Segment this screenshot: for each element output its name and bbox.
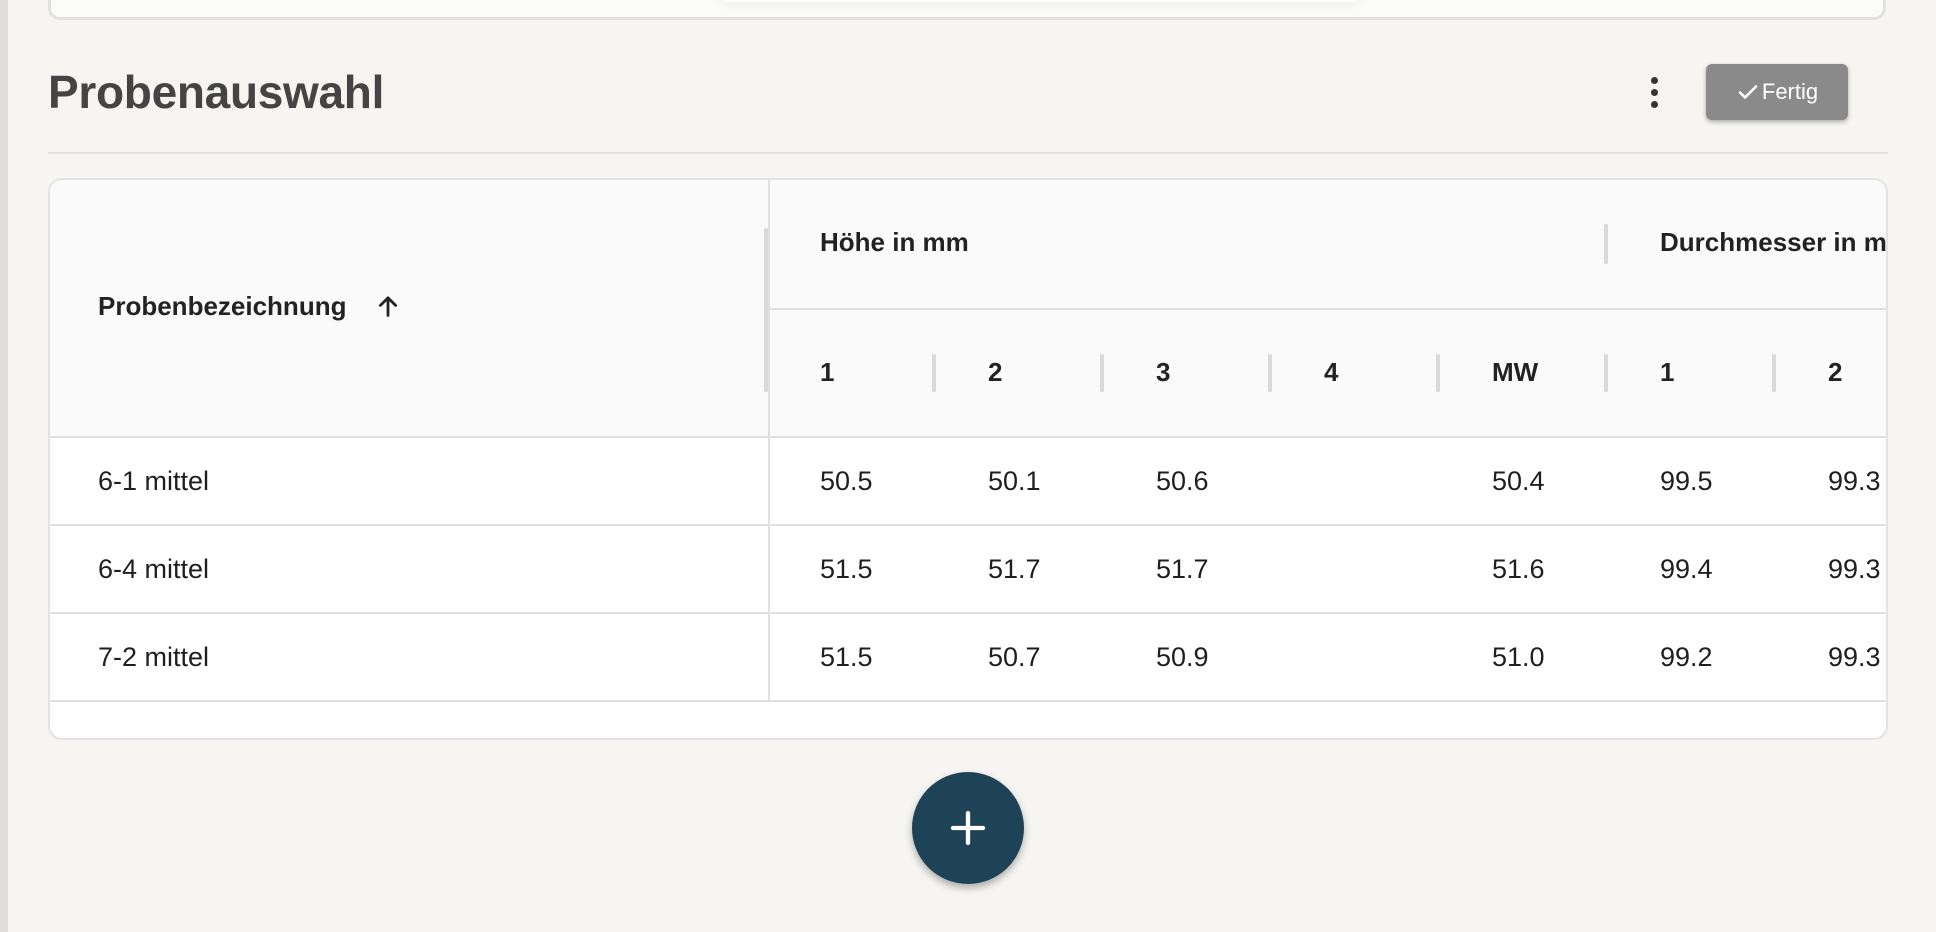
cell-sample-name: 6-1 mittel bbox=[98, 466, 210, 496]
more-vert-icon bbox=[1650, 76, 1658, 108]
table-cell: 99.3 bbox=[1828, 554, 1881, 584]
table-cell: 50.1 bbox=[988, 466, 1041, 496]
column-resize-handle[interactable] bbox=[1604, 224, 1608, 264]
table-row[interactable]: 7-2 mittel 51.5 50.7 50.9 51.0 99.2 99.3 bbox=[50, 614, 1886, 702]
cell-sample-name: 7-2 mittel bbox=[98, 642, 210, 672]
samples-table: Probenbezeichnung Höhe in mm Durchmesser… bbox=[48, 178, 1888, 740]
table-cell: 99.5 bbox=[1660, 466, 1713, 496]
table-cell: 50.4 bbox=[1492, 466, 1545, 496]
header-sample-name[interactable]: Probenbezeichnung bbox=[98, 290, 346, 322]
page-title: Probenauswahl bbox=[48, 66, 385, 118]
table-cell: 50.5 bbox=[820, 466, 873, 496]
subheader-diameter-1[interactable]: 1 bbox=[1660, 356, 1674, 388]
table-cell: 50.6 bbox=[1156, 466, 1209, 496]
table-cell: 51.5 bbox=[820, 642, 873, 672]
subheader-height-2[interactable]: 2 bbox=[988, 356, 1002, 388]
subheader-height-4[interactable]: 4 bbox=[1324, 356, 1338, 388]
plus-icon bbox=[950, 810, 986, 846]
column-resize-handle[interactable] bbox=[932, 354, 936, 392]
previous-card-footer bbox=[720, 0, 1360, 2]
header-group-divider bbox=[770, 308, 1886, 310]
subheader-height-mean[interactable]: MW bbox=[1492, 356, 1538, 388]
table-cell: 99.4 bbox=[1660, 554, 1713, 584]
table-cell: 99.3 bbox=[1828, 642, 1881, 672]
done-button-label: Fertig bbox=[1761, 79, 1819, 104]
column-resize-handle[interactable] bbox=[1436, 354, 1440, 392]
table-cell: 50.9 bbox=[1156, 642, 1209, 672]
table-row[interactable]: 6-1 mittel 50.5 50.1 50.6 50.4 99.5 99.3 bbox=[50, 438, 1886, 526]
column-resize-handle[interactable] bbox=[1268, 354, 1272, 392]
add-sample-button[interactable] bbox=[912, 772, 1024, 884]
column-resize-handle[interactable] bbox=[1772, 354, 1776, 392]
more-options-button[interactable] bbox=[1630, 66, 1678, 118]
subheader-height-3[interactable]: 3 bbox=[1156, 356, 1170, 388]
left-rail bbox=[0, 0, 8, 932]
table-header: Probenbezeichnung Höhe in mm Durchmesser… bbox=[50, 180, 1887, 438]
table-cell: 51.5 bbox=[820, 554, 873, 584]
subheader-height-1[interactable]: 1 bbox=[820, 356, 834, 388]
table-cell: 99.3 bbox=[1828, 466, 1881, 496]
subheader-diameter-2[interactable]: 2 bbox=[1828, 356, 1842, 388]
column-resize-handle[interactable] bbox=[1604, 354, 1608, 392]
header-group-diameter: Durchmesser in m bbox=[1660, 227, 1887, 257]
check-icon bbox=[1738, 85, 1758, 99]
table-cell: 51.0 bbox=[1492, 642, 1545, 672]
table-cell: 51.7 bbox=[988, 554, 1041, 584]
table-row[interactable]: 6-4 mittel 51.5 51.7 51.7 51.6 99.4 99.3 bbox=[50, 526, 1886, 614]
done-button[interactable]: Fertig bbox=[1706, 64, 1848, 120]
table-cell: 51.7 bbox=[1156, 554, 1209, 584]
cell-sample-name: 6-4 mittel bbox=[98, 554, 210, 584]
arrow-up-icon[interactable] bbox=[374, 292, 402, 320]
table-cell: 99.2 bbox=[1660, 642, 1713, 672]
section-divider bbox=[48, 152, 1888, 154]
header-group-height: Höhe in mm bbox=[820, 227, 969, 257]
previous-card bbox=[48, 0, 1886, 20]
column-resize-handle[interactable] bbox=[1100, 354, 1104, 392]
table-cell: 50.7 bbox=[988, 642, 1041, 672]
table-cell: 51.6 bbox=[1492, 554, 1545, 584]
